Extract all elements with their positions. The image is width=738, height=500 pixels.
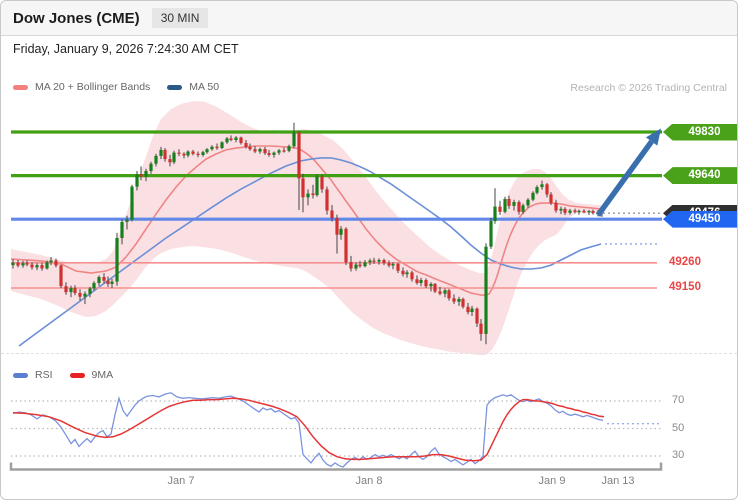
ma50-swatch-icon (167, 84, 183, 90)
rsi-legend: RSI 9MA (13, 369, 123, 381)
rsi-grid-label: 50 (672, 421, 685, 434)
ma20-bollinger-label: MA 20 + Bollinger Bands (35, 81, 151, 93)
research-credit: Research © 2026 Trading Central (570, 82, 727, 94)
rsi-ma-label: 9MA (91, 369, 114, 381)
price-rsi-chart (9, 101, 663, 471)
timestamp: Friday, January 9, 2026 7:24:30 AM CET (13, 42, 239, 56)
price-legend: MA 20 + Bollinger Bands MA 50 (13, 81, 229, 93)
rsi-grid-label: 30 (672, 449, 685, 461)
ma50-label: MA 50 (189, 81, 220, 93)
x-axis-tick-label: Jan 7 (167, 475, 195, 487)
rsi-swatch-icon (13, 372, 28, 378)
x-axis-tick-label: Jan 9 (538, 475, 566, 487)
x-axis-tick-label: Jan 8 (355, 475, 383, 487)
rsi-grid-label: 70 (672, 394, 685, 406)
rsi-ma-swatch-icon (69, 372, 85, 378)
support-price-label: 49260 (669, 255, 701, 268)
panel-divider (1, 353, 737, 354)
price-tag-green: 49640 (663, 167, 737, 185)
x-axis-tick-label: Jan 13 (601, 475, 635, 487)
support-price-label: 49150 (669, 280, 701, 293)
price-tag-blue: 49450 (663, 210, 737, 228)
header: Dow Jones (CME) 30 MIN (1, 1, 737, 36)
price-tag-green: 49830 (663, 123, 737, 141)
rsi-label: RSI (35, 369, 53, 381)
ma20-bollinger-swatch-icon (13, 84, 28, 90)
page-title: Dow Jones (CME) (13, 9, 140, 27)
chart-window: Dow Jones (CME) 30 MIN Friday, January 9… (0, 0, 738, 500)
timeframe-badge: 30 MIN (151, 8, 209, 28)
